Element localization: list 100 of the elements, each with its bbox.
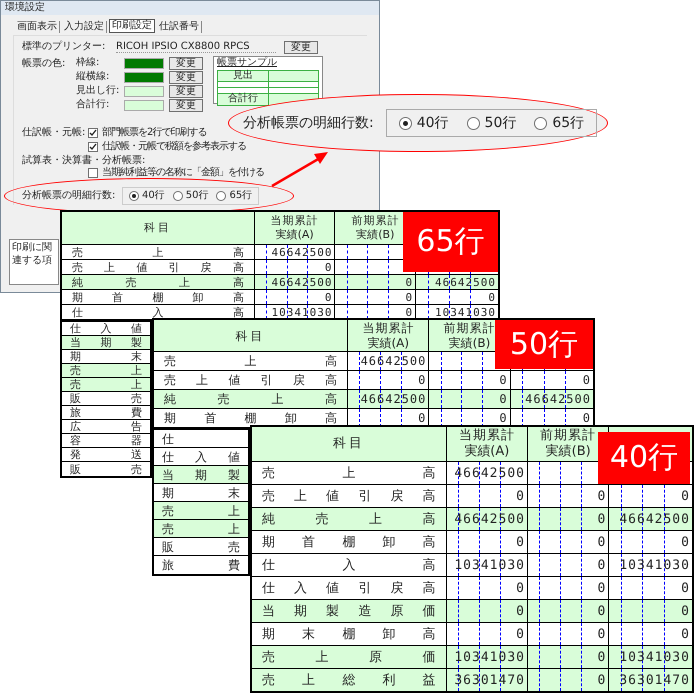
column-header: 実績(A) [367, 336, 410, 350]
amount: 0 [516, 604, 525, 618]
amount: 46642500 [360, 355, 426, 367]
account-name: 売 上 [162, 504, 240, 516]
row-count-badge: 65行 [403, 212, 498, 272]
change-button[interactable]: 変更 [169, 71, 203, 84]
account-name: 売 上 値 引 戻 高 [262, 490, 436, 502]
amount: 10341030 [454, 558, 525, 572]
account-name: 仕 入 値 引 戻 高 [262, 582, 436, 594]
tab[interactable]: 印刷設定 [109, 19, 155, 33]
amount: 0 [324, 262, 332, 272]
account-name: 売 上 値 引 戻 高 [164, 374, 338, 386]
column-header: 前期累計 [351, 214, 400, 228]
column-header: 当期累計 [362, 320, 414, 336]
checkbox[interactable] [88, 168, 98, 178]
radio-label: 40行 [142, 191, 165, 201]
color-swatch[interactable] [124, 72, 164, 82]
radio-button[interactable] [534, 116, 548, 130]
account-name: 純 売 上 高 [164, 393, 338, 405]
account-name: 旅 費 [70, 407, 142, 418]
change-button[interactable]: 変更 [169, 85, 203, 98]
checkbox-label: 当期純利益等の名称に「金額」を付ける [102, 168, 264, 178]
amount: 10341030 [454, 650, 525, 664]
amount: 0 [681, 582, 690, 594]
amount: 10341030 [619, 558, 690, 572]
column-header: 実績(B) [356, 228, 394, 242]
amount: 0 [418, 412, 426, 424]
change-button[interactable]: 変更 [169, 57, 203, 70]
amount: 36301470 [619, 674, 690, 686]
amount: 46642500 [272, 246, 332, 258]
account-name: 当 期 製 [70, 337, 142, 348]
field-label: 分析帳票の明細行数: [22, 191, 116, 201]
account-name: 仕 入 値 [162, 450, 240, 462]
radio-button[interactable] [398, 116, 412, 130]
account-name: 売 上 総 利 益 [262, 674, 436, 686]
amount: 0 [499, 412, 508, 424]
amount: 0 [516, 490, 525, 502]
note-field: 印刷に関連する項 [9, 239, 59, 285]
amount: 0 [324, 292, 332, 302]
radio-button[interactable] [466, 116, 480, 130]
tab[interactable]: 画面表示 [15, 21, 60, 33]
tab[interactable]: 入力設定 [62, 21, 107, 33]
amount: 0 [598, 650, 606, 664]
amount: 0 [406, 292, 414, 302]
amount: 46642500 [434, 276, 496, 288]
amount: 0 [598, 604, 606, 618]
field-label: 標準のプリンター: [22, 42, 106, 52]
account-name: 期 首 棚 卸 高 [262, 536, 436, 548]
account-name: 期 首 棚 卸 高 [72, 292, 244, 302]
change-button[interactable]: 変更 [169, 99, 203, 112]
amount: 0 [418, 374, 426, 386]
account-name: 仕 入 高 [72, 306, 244, 318]
radio-label: 50行 [484, 116, 516, 130]
column-header: 実績(B) [448, 336, 490, 350]
radio-button[interactable] [172, 191, 183, 201]
radio-button[interactable] [216, 191, 226, 201]
checkbox-label: 部門帳票を2行で印刷する [102, 128, 206, 138]
amount: 0 [488, 292, 496, 302]
account-name: 販 売 [70, 393, 142, 404]
amount: 0 [598, 558, 606, 572]
color-swatch[interactable] [124, 86, 164, 96]
amount: 0 [598, 582, 606, 594]
amount: 0 [681, 628, 690, 640]
amount: 0 [681, 490, 690, 502]
account-name: 売 上 [70, 365, 142, 376]
checkbox[interactable] [88, 128, 98, 138]
change-button[interactable]: 変更 [284, 41, 318, 54]
checkbox-label: 仕訳帳・元帳で税額を参考表示する [102, 142, 246, 152]
row-count-badge: 40行 [598, 432, 690, 484]
column-header: 前期累計 [540, 428, 596, 444]
radio-button[interactable] [129, 191, 139, 201]
amount: 46642500 [525, 393, 591, 405]
field-label: 見出し行: [76, 86, 120, 96]
amount: 0 [516, 582, 525, 594]
amount: 46642500 [360, 393, 426, 405]
color-swatch[interactable] [124, 100, 164, 110]
account-name: 売 上 原 価 [262, 650, 436, 664]
account-name: 期 末 [162, 486, 240, 498]
amount: 0 [499, 374, 508, 386]
amount: 0 [582, 412, 591, 424]
column-header: 科目 [332, 435, 365, 454]
account-name: 純 売 上 高 [72, 276, 244, 288]
amount: 0 [516, 536, 525, 548]
tab[interactable]: 仕訳番号 [157, 21, 202, 33]
account-name: 売 上 高 [262, 466, 436, 480]
row-count-badge: 50行 [495, 320, 593, 369]
checkbox[interactable] [88, 142, 98, 152]
amount: 36301470 [454, 674, 525, 686]
column-header: 当期累計 [270, 214, 319, 228]
panel-title: 帳票サンプル [217, 58, 278, 68]
account-name: 期 首 棚 卸 高 [164, 412, 338, 424]
account-name: 当 期 製 [162, 468, 240, 480]
amount: 0 [598, 490, 606, 502]
column-header: 科目 [144, 220, 172, 236]
color-swatch[interactable] [124, 58, 164, 68]
account-name: 発 送 [70, 449, 142, 460]
column-header: 実績(A) [276, 228, 314, 242]
field-label: 枠線: [76, 58, 100, 68]
pointer-arrow [270, 150, 330, 188]
account-name: 販 売 [162, 540, 240, 552]
